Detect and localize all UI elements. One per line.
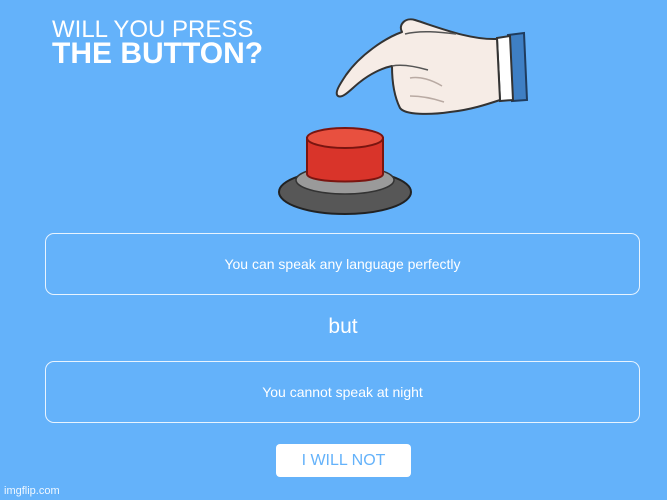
option-first-text: You can speak any language perfectly bbox=[224, 256, 461, 272]
pointing-hand-icon bbox=[335, 18, 529, 115]
big-red-button-icon bbox=[278, 127, 412, 215]
option-second-text: You cannot speak at night bbox=[262, 384, 423, 400]
button-illustration bbox=[278, 18, 529, 215]
watermark: imgflip.com bbox=[4, 485, 60, 497]
option-second: You cannot speak at night bbox=[45, 361, 640, 423]
option-first: You can speak any language perfectly bbox=[45, 233, 640, 295]
connector-text: but bbox=[328, 315, 358, 338]
i-will-not-button[interactable]: I WILL NOT bbox=[276, 444, 411, 477]
